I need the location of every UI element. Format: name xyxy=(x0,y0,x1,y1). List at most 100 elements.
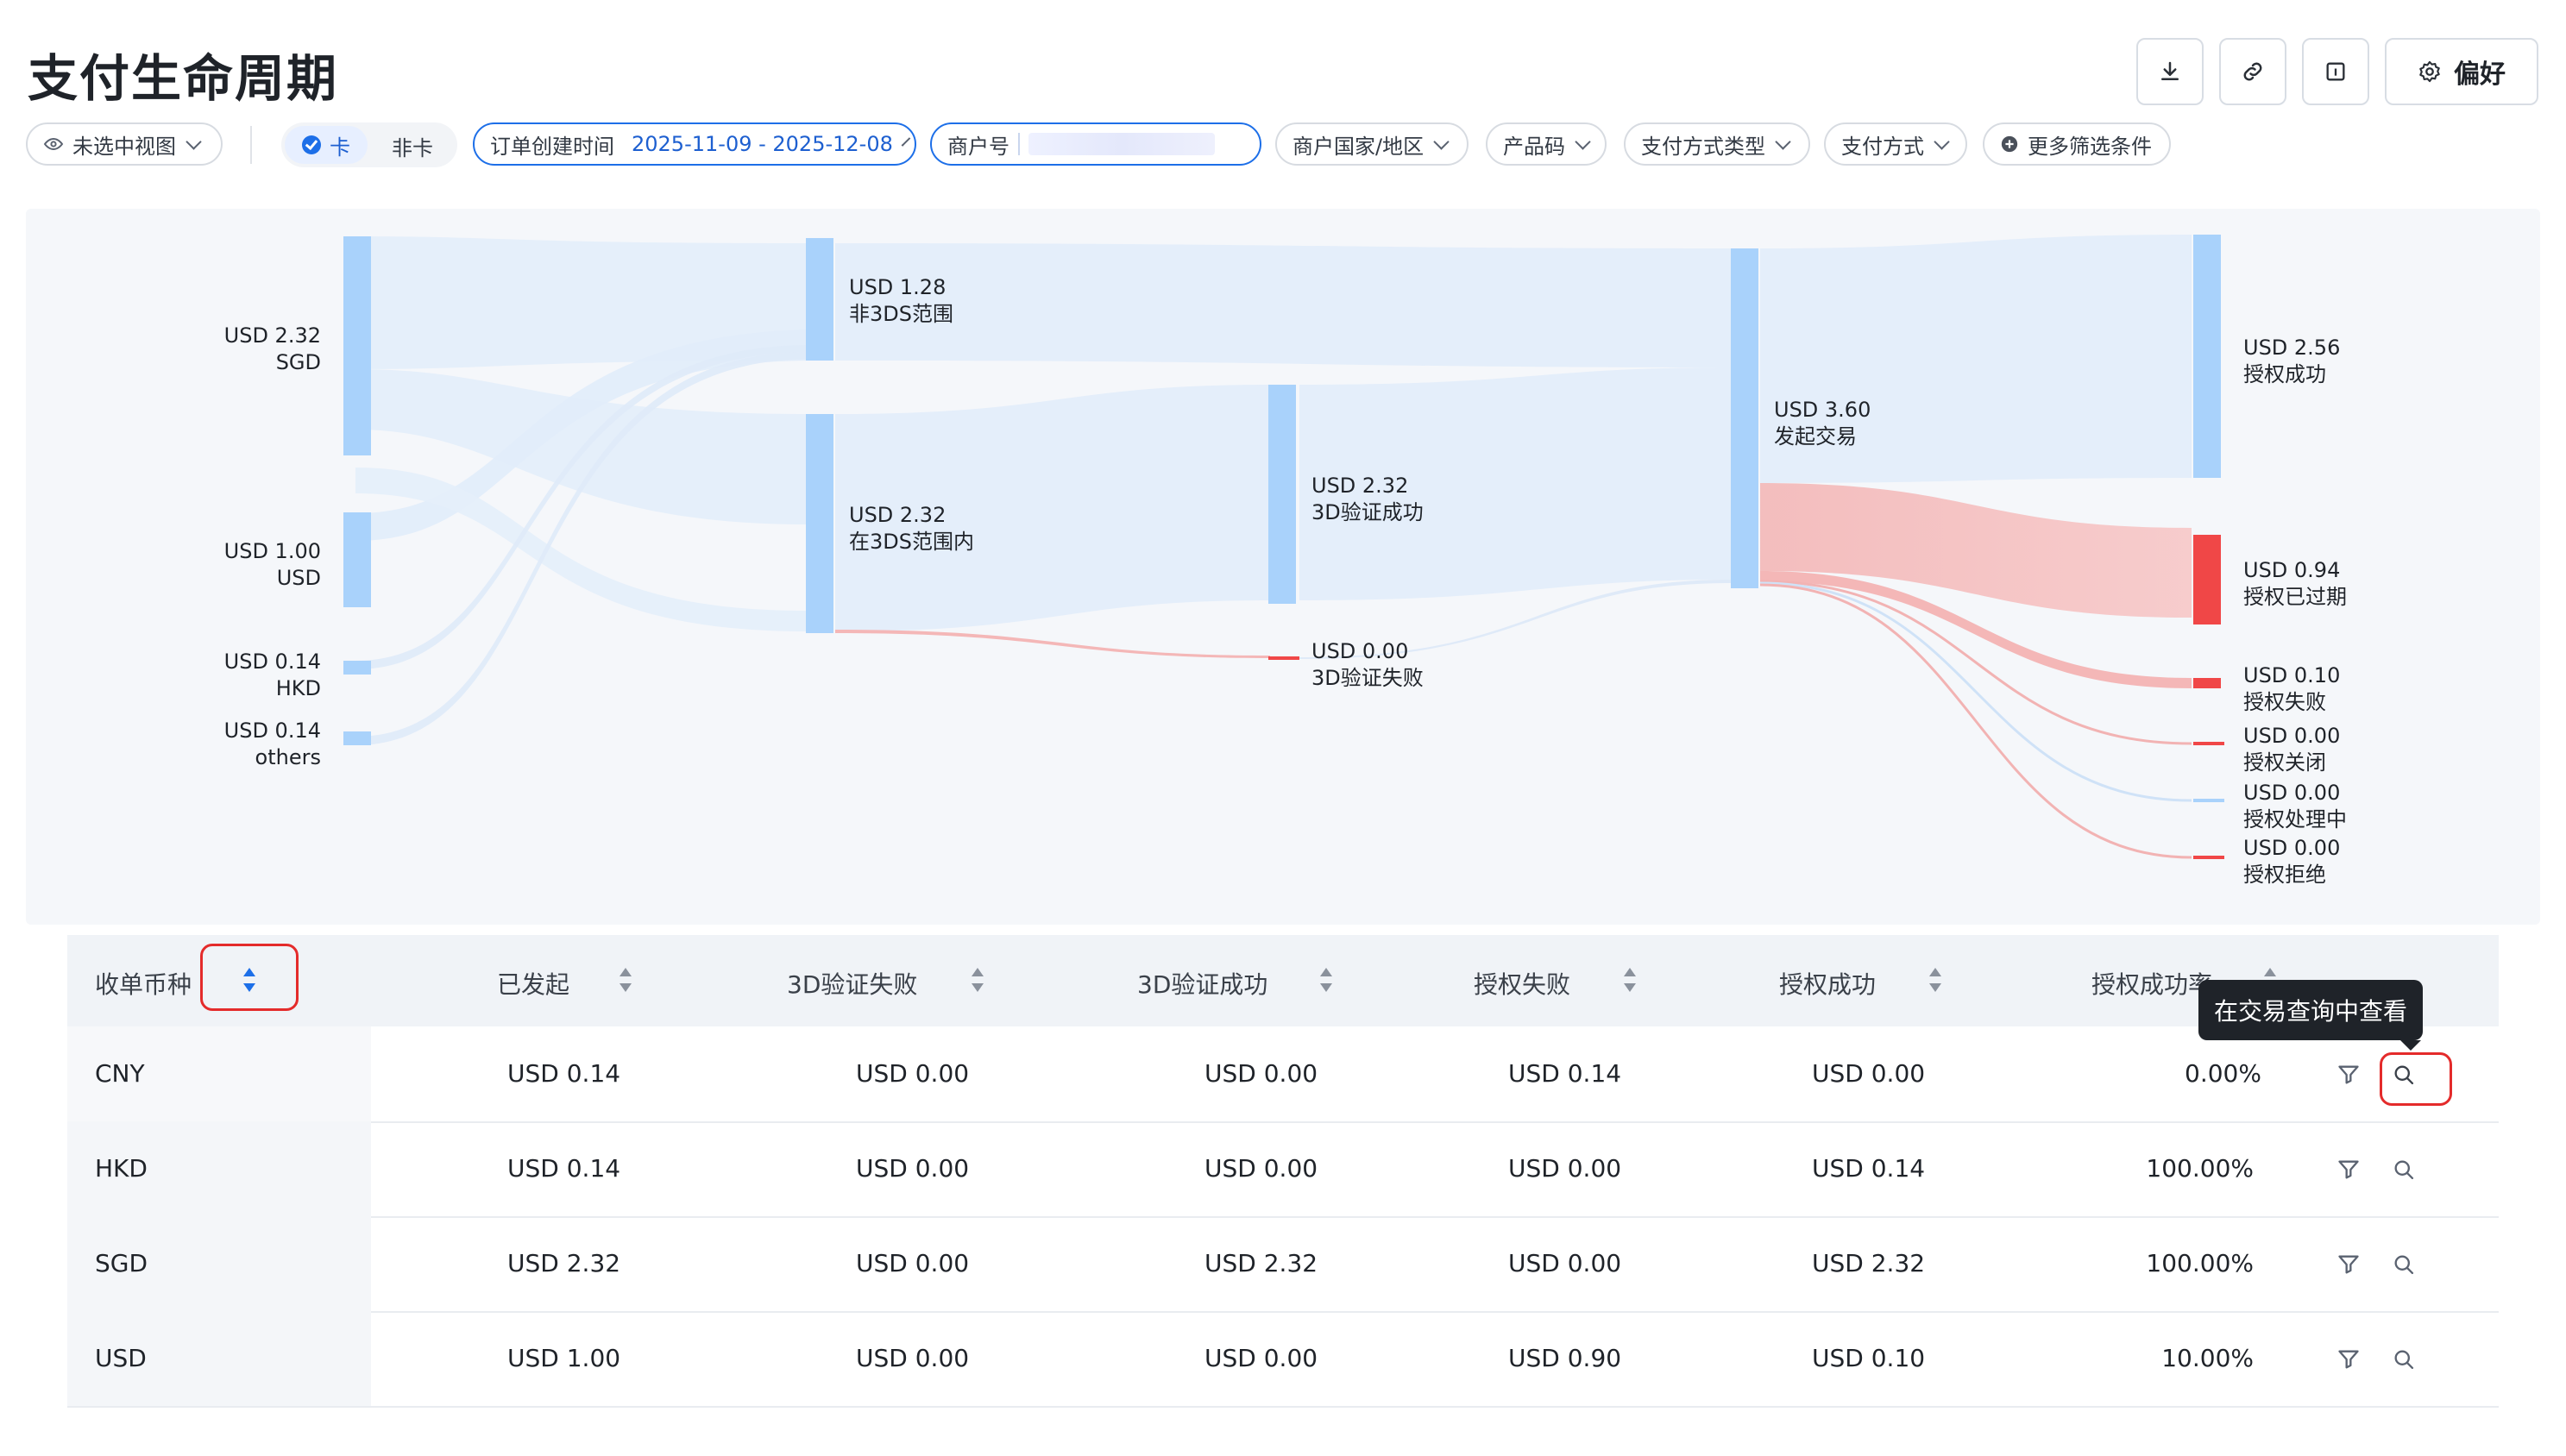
eye-icon xyxy=(43,137,64,151)
node-initiated[interactable] xyxy=(1731,248,1758,588)
node-auth-ok[interactable] xyxy=(2193,235,2221,478)
merchant-id-filter[interactable]: 商户号 xyxy=(930,122,1261,166)
sort-icon[interactable] xyxy=(618,968,632,994)
filter-icon[interactable] xyxy=(2336,1158,2361,1182)
chevron-down-icon xyxy=(901,136,911,147)
sort-icon[interactable] xyxy=(1318,968,1332,994)
sort-icon[interactable] xyxy=(970,968,984,994)
header-initiated: 已发起 xyxy=(497,970,570,999)
cell-initiated: USD 0.14 xyxy=(507,1059,621,1088)
node-auth-fail[interactable] xyxy=(2193,678,2221,688)
node-in3ds[interactable] xyxy=(806,414,833,633)
link-in3ds-fail3ds xyxy=(835,630,1270,658)
cell-3ds-ok: USD 2.32 xyxy=(1204,1249,1318,1277)
payment-type-label: 支付方式类型 xyxy=(1641,134,1765,159)
copy-link-button[interactable] xyxy=(2219,38,2286,105)
gear-icon xyxy=(2419,60,2440,83)
label-auth-reject: USD 0.00 授权拒绝 xyxy=(2243,836,2341,887)
sort-icon[interactable] xyxy=(1622,968,1636,994)
payment-type-filter[interactable]: 支付方式类型 xyxy=(1624,122,1810,166)
cell-auth-rate: 100.00% xyxy=(2146,1154,2254,1183)
download-button[interactable] xyxy=(2136,38,2204,105)
search-icon[interactable] xyxy=(2392,1158,2416,1182)
label-fail3ds: USD 0.00 3D验证失败 xyxy=(1311,639,1424,690)
tooltip: 在交易查询中查看 xyxy=(2198,980,2424,1051)
filter-icon[interactable] xyxy=(2336,1063,2361,1087)
node-ok3ds[interactable] xyxy=(1268,385,1296,604)
label-usd: USD 1.00 USD xyxy=(223,539,321,590)
order-time-filter[interactable]: 订单创建时间 2025-11-09 - 2025-12-08 xyxy=(473,122,916,166)
card-option-label: 卡 xyxy=(330,135,350,160)
cell-3ds-fail: USD 0.00 xyxy=(856,1249,970,1277)
sort-icon[interactable] xyxy=(242,968,255,994)
cell-3ds-fail: USD 0.00 xyxy=(856,1344,970,1372)
card-type-toggle[interactable]: 卡 非卡 xyxy=(281,122,457,167)
cell-3ds-ok: USD 0.00 xyxy=(1204,1344,1318,1372)
cell-initiated: USD 1.00 xyxy=(507,1344,621,1372)
node-auth-expired[interactable] xyxy=(2193,535,2221,624)
merchant-id-label: 商户号 xyxy=(947,134,1009,159)
merchant-region-label: 商户国家/地区 xyxy=(1292,134,1425,159)
label-auth-ok: USD 2.56 授权成功 xyxy=(2243,336,2341,386)
filter-icon[interactable] xyxy=(2336,1252,2361,1277)
non-card-option[interactable]: 非卡 xyxy=(392,131,433,161)
merchant-id-value xyxy=(1028,133,1215,155)
cell-3ds-ok: USD 0.00 xyxy=(1204,1154,1318,1183)
header-auth-fail: 授权失败 xyxy=(1474,970,1571,999)
cell-auth-rate: 100.00% xyxy=(2146,1249,2254,1277)
node-non3ds[interactable] xyxy=(806,238,833,361)
header-currency: 收单币种 xyxy=(95,970,192,999)
payment-method-label: 支付方式 xyxy=(1841,134,1924,159)
cell-auth-rate: 10.00% xyxy=(2161,1344,2254,1372)
search-icon[interactable] xyxy=(2392,1347,2416,1371)
label-auth-pending: USD 0.00 授权处理中 xyxy=(2243,781,2347,832)
link-non3ds-initiated xyxy=(835,243,1732,367)
node-auth-reject[interactable] xyxy=(2193,856,2224,859)
node-usd[interactable] xyxy=(343,512,371,607)
node-auth-pending[interactable] xyxy=(2193,799,2224,802)
payment-method-filter[interactable]: 支付方式 xyxy=(1824,122,1967,166)
preference-label: 偏好 xyxy=(2454,60,2506,90)
cell-auth-fail: USD 0.00 xyxy=(1508,1249,1622,1277)
label-sgd: USD 2.32 SGD xyxy=(223,323,321,374)
node-others[interactable] xyxy=(343,731,371,745)
check-icon xyxy=(302,135,321,154)
link-initiated-auth-expired xyxy=(1760,483,2192,618)
card-option[interactable]: 卡 xyxy=(285,126,368,164)
label-hkd: USD 0.14 HKD xyxy=(223,650,321,700)
cell-initiated: USD 2.32 xyxy=(507,1249,621,1277)
node-fail3ds[interactable] xyxy=(1268,656,1299,660)
node-hkd[interactable] xyxy=(343,661,371,675)
more-filters-button[interactable]: 更多筛选条件 xyxy=(1983,122,2171,166)
label-non3ds: USD 1.28 非3DS范围 xyxy=(849,275,953,326)
cell-3ds-ok: USD 0.00 xyxy=(1204,1059,1318,1088)
header-auth-ok: 授权成功 xyxy=(1779,970,1877,999)
view-select[interactable]: 未选中视图 xyxy=(26,122,223,166)
highlight-frame xyxy=(2380,1052,2452,1106)
more-filters-label: 更多筛选条件 xyxy=(2028,134,2152,159)
chevron-down-icon xyxy=(186,133,202,150)
label-ok3ds: USD 2.32 3D验证成功 xyxy=(1311,474,1424,524)
cell-currency: USD xyxy=(95,1344,147,1372)
cell-initiated: USD 0.14 xyxy=(507,1154,621,1183)
cell-3ds-fail: USD 0.00 xyxy=(856,1059,970,1088)
cell-auth-ok: USD 2.32 xyxy=(1812,1249,1926,1277)
filter-icon[interactable] xyxy=(2336,1347,2361,1371)
product-code-filter[interactable]: 产品码 xyxy=(1486,122,1607,166)
order-time-value: 2025-11-09 - 2025-12-08 xyxy=(632,132,893,156)
panel-button[interactable] xyxy=(2302,38,2369,105)
node-sgd[interactable] xyxy=(343,236,371,455)
header-3ds-fail: 3D验证失败 xyxy=(787,970,918,999)
sort-icon[interactable] xyxy=(1928,968,1941,994)
cell-auth-rate: 0.00% xyxy=(2185,1059,2261,1088)
cell-auth-ok: USD 0.00 xyxy=(1812,1059,1926,1088)
cell-3ds-fail: USD 0.00 xyxy=(856,1154,970,1183)
cell-auth-ok: USD 0.10 xyxy=(1812,1344,1926,1372)
search-icon[interactable] xyxy=(2392,1252,2416,1277)
merchant-region-filter[interactable]: 商户国家/地区 xyxy=(1275,122,1469,166)
preference-button[interactable]: 偏好 xyxy=(2385,38,2538,105)
node-auth-closed[interactable] xyxy=(2193,742,2224,745)
chevron-down-icon xyxy=(1433,133,1450,150)
chevron-down-icon xyxy=(1775,133,1791,150)
cell-currency: HKD xyxy=(95,1154,148,1183)
